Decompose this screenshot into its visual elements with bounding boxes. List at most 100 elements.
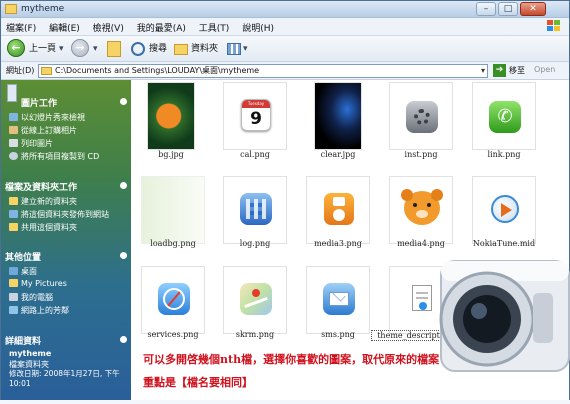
toolbar: ← 上一頁 ▾ → ▾ 搜尋 資料夾 ▾ xyxy=(1,36,569,62)
file-label[interactable]: skrm.png xyxy=(210,330,300,339)
menu-favorites[interactable]: 我的最愛(A) xyxy=(132,18,191,34)
file-thumb-loadbg-png[interactable] xyxy=(141,176,205,244)
file-thumb-media3-png[interactable] xyxy=(306,176,370,244)
back-dropdown-icon[interactable]: ▾ xyxy=(59,40,64,58)
file-label[interactable]: link.png xyxy=(459,150,549,159)
views-dropdown-icon[interactable]: ▾ xyxy=(243,40,248,58)
file-thumb-bg-jpg[interactable] xyxy=(147,82,195,150)
camera-icon xyxy=(421,231,570,401)
menu-view[interactable]: 檢視(V) xyxy=(88,18,129,34)
explorer-window: mytheme – □ ✕ 檔案(F) 編輯(E) 檢視(V) 我的最愛(A) … xyxy=(0,0,570,400)
collapse-chevron-icon[interactable] xyxy=(120,98,127,105)
maximize-button[interactable]: □ xyxy=(498,2,518,16)
details-name: mytheme xyxy=(9,349,52,358)
go-button-label[interactable]: 移至 xyxy=(509,65,525,76)
desktop-icon xyxy=(9,267,18,275)
back-arrow-icon[interactable]: ← xyxy=(7,39,25,57)
folder-icon xyxy=(41,67,52,75)
safari-compass-icon xyxy=(158,283,190,315)
views-icon[interactable] xyxy=(227,43,241,55)
maps-icon xyxy=(240,283,272,315)
address-dropdown-icon[interactable]: ▾ xyxy=(481,65,485,77)
file-label[interactable]: clear.jpg xyxy=(293,150,383,159)
place-network-link[interactable]: 網路上的芳鄰 xyxy=(9,305,69,316)
menu-file[interactable]: 檔案(F) xyxy=(1,18,41,34)
publish-web-icon xyxy=(9,210,18,218)
order-prints-icon xyxy=(9,126,18,134)
task-pane: 圖片工作 以幻燈片秀來檢視 從線上訂購相片 列印圖片 將所有項目複製到 CD 檔… xyxy=(1,80,131,400)
mail-icon xyxy=(323,283,355,315)
file-thumb-log-png[interactable] xyxy=(223,176,287,244)
back-button-label[interactable]: 上一頁 xyxy=(29,40,56,58)
file-label[interactable]: services.png xyxy=(128,330,218,339)
share-folder-link[interactable]: 共用這個資料夾 xyxy=(9,222,77,233)
window-title: mytheme xyxy=(21,4,65,14)
forward-dropdown-icon[interactable]: ▾ xyxy=(93,40,98,58)
print-pictures-link[interactable]: 列印圖片 xyxy=(9,138,53,149)
printer-icon xyxy=(9,139,18,147)
place-my-computer-link[interactable]: 我的電腦 xyxy=(9,292,53,303)
file-label[interactable]: bg.jpg xyxy=(126,150,216,159)
folder-icon xyxy=(5,4,17,14)
folders-button-label[interactable]: 資料夾 xyxy=(191,40,218,58)
file-label[interactable]: log.png xyxy=(210,239,300,248)
file-thumb-link-png[interactable]: ✆ xyxy=(472,82,536,150)
menu-tools[interactable]: 工具(T) xyxy=(194,18,235,34)
slideshow-link[interactable]: 以幻燈片秀來檢視 xyxy=(9,112,85,123)
copy-to-cd-link[interactable]: 將所有項目複製到 CD xyxy=(9,151,99,162)
menu-help[interactable]: 說明(H) xyxy=(237,18,279,34)
forward-arrow-icon[interactable]: → xyxy=(71,39,89,57)
address-input[interactable]: C:\Documents and Settings\LOUDAY\桌面\myth… xyxy=(38,64,488,78)
cd-icon xyxy=(9,152,18,160)
pictures-folder-icon xyxy=(9,279,18,287)
minimize-button[interactable]: – xyxy=(476,2,496,16)
new-folder-link[interactable]: 建立新的資料夾 xyxy=(9,196,77,207)
folders-icon[interactable] xyxy=(174,44,188,55)
collapse-chevron-icon[interactable] xyxy=(120,252,127,259)
place-my-pictures-link[interactable]: My Pictures xyxy=(9,279,67,288)
file-thumb-cal-png[interactable]: Tuesday 9 xyxy=(223,82,287,150)
settings-gear-icon xyxy=(406,101,438,133)
details-modified: 修改日期: 2008年1月27日, 下午 10:01 xyxy=(9,369,120,388)
file-label[interactable]: inst.png xyxy=(376,150,466,159)
collapse-chevron-icon[interactable] xyxy=(120,336,127,343)
file-thumb-services-png[interactable] xyxy=(141,266,205,334)
search-button-label[interactable]: 搜尋 xyxy=(149,40,167,58)
picture-tasks-title[interactable]: 圖片工作 xyxy=(21,96,57,109)
file-label[interactable]: loadbg.png xyxy=(128,239,218,248)
details-title[interactable]: 詳細資料 xyxy=(5,334,41,347)
up-folder-icon[interactable] xyxy=(107,41,121,57)
calculator-icon xyxy=(240,193,272,225)
menu-edit[interactable]: 編輯(E) xyxy=(44,18,85,34)
calendar-month-text: Tuesday xyxy=(242,100,270,108)
menu-bar: 檔案(F) 編輯(E) 檢視(V) 我的最愛(A) 工具(T) 說明(H) xyxy=(1,18,569,36)
calendar-day-number: 9 xyxy=(250,109,262,129)
publish-folder-link[interactable]: 將這個資料夾發佈到網站 xyxy=(9,209,109,220)
order-prints-link[interactable]: 從線上訂購相片 xyxy=(9,125,77,136)
file-thumb-skrm-png[interactable] xyxy=(223,266,287,334)
file-tasks-title[interactable]: 檔案及資料夾工作 xyxy=(5,180,77,193)
close-button[interactable]: ✕ xyxy=(520,2,546,16)
open-button-label[interactable]: Open xyxy=(534,65,555,74)
collapse-chevron-icon[interactable] xyxy=(120,182,127,189)
file-label[interactable]: sms.png xyxy=(293,330,383,339)
network-icon xyxy=(9,306,18,314)
title-bar[interactable]: mytheme – □ ✕ xyxy=(1,1,569,18)
calendar-icon: Tuesday 9 xyxy=(241,99,271,131)
place-desktop-link[interactable]: 桌面 xyxy=(9,266,37,277)
file-thumb-clear-jpg[interactable] xyxy=(314,82,362,150)
instruction-note: 可以多開啓幾個nth檔，選擇你喜歡的圖案，取代原來的檔案 xyxy=(143,353,440,366)
file-thumb-sms-png[interactable] xyxy=(306,266,370,334)
file-thumb-inst-png[interactable] xyxy=(389,82,453,150)
computer-icon xyxy=(9,293,18,301)
file-label[interactable]: media3.png xyxy=(293,239,383,248)
search-icon[interactable] xyxy=(131,42,145,56)
new-folder-icon xyxy=(9,197,18,205)
file-label[interactable]: cal.png xyxy=(210,150,300,159)
address-label: 網址(D) xyxy=(6,66,35,75)
windows-logo-icon xyxy=(547,20,561,32)
share-folder-icon xyxy=(9,223,18,231)
picture-tasks-icon xyxy=(7,84,17,102)
go-arrow-icon[interactable]: ➔ xyxy=(493,64,506,77)
other-places-title[interactable]: 其他位置 xyxy=(5,250,41,263)
